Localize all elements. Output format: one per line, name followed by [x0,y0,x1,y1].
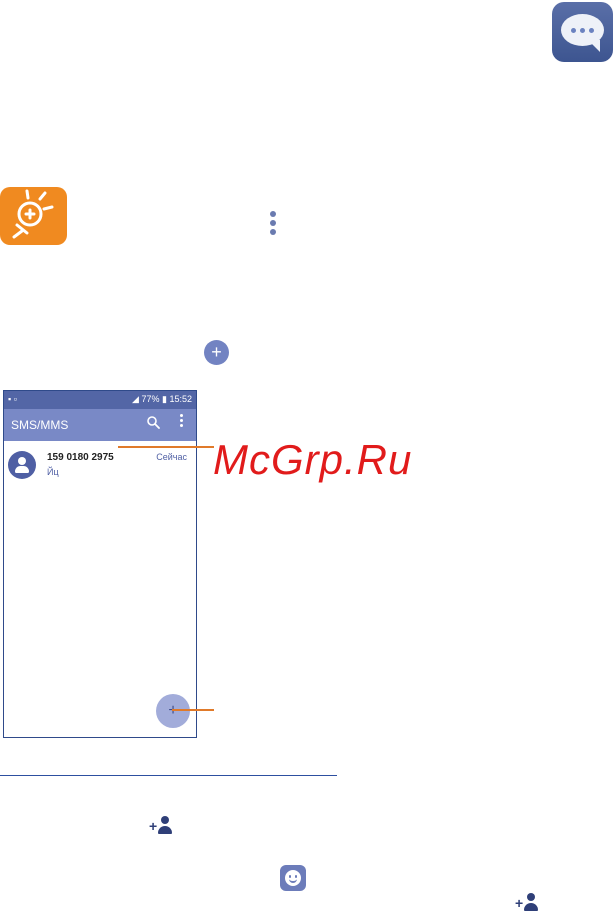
conversation-snippet: Йц [47,467,59,477]
conversation-row[interactable]: 159 0180 2975 Йц Сейчас [4,449,196,483]
emoji-icon [280,865,306,891]
status-bar: ▪ ▫ ◢ 77% ▮ 15:52 [4,391,196,409]
more-vertical-icon [269,211,277,237]
search-icon[interactable] [147,416,160,432]
notification-icons: ▪ ▫ [8,394,17,404]
phone-screenshot: ▪ ▫ ◢ 77% ▮ 15:52 SMS/MMS 159 0180 2975 … [3,390,197,738]
lightbulb-icon [0,187,67,245]
overflow-menu-icon[interactable] [180,414,184,429]
messaging-app-icon [552,2,613,62]
clock: 15:52 [169,394,192,404]
add-contact-icon: + [515,893,541,913]
conversation-name: 159 0180 2975 [47,452,114,463]
callout-line-fab [172,709,214,711]
app-title: SMS/MMS [11,418,69,432]
signal-icon: ◢ [132,394,139,404]
new-message-button[interactable]: + [156,694,190,728]
callout-line-conversation [118,446,214,448]
section-divider [0,775,337,776]
conversation-time: Сейчас [156,452,187,462]
contact-avatar [8,451,36,479]
status-info: ◢ 77% ▮ 15:52 [132,394,192,405]
add-contact-icon: + [149,816,175,836]
app-bar: SMS/MMS [4,409,196,441]
watermark: McGrp.Ru [213,436,413,483]
battery-icon: ▮ [162,394,167,404]
plus-circle-icon: + [204,340,229,365]
battery-level: 77% [141,394,160,404]
